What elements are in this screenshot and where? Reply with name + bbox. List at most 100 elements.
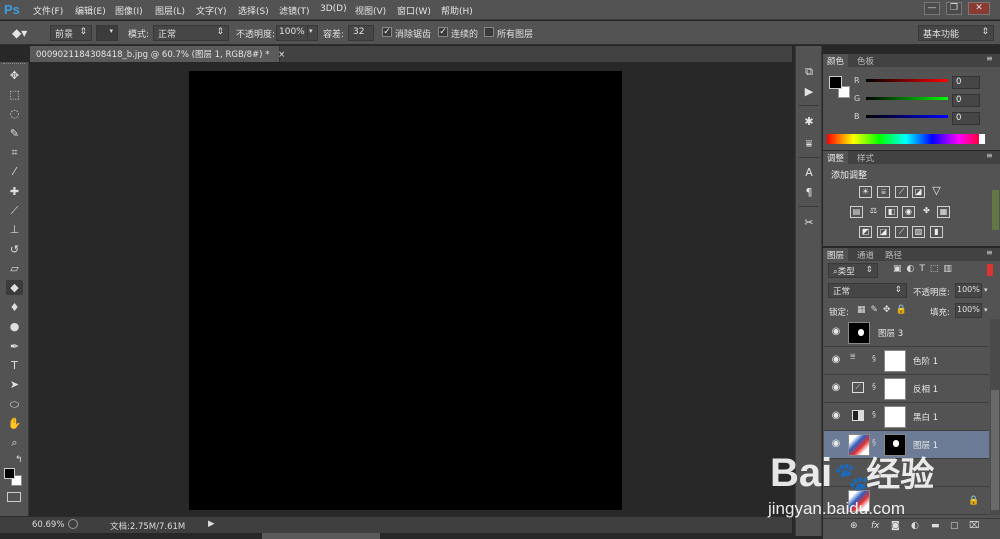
tool-presets-icon[interactable]: ✂ (801, 215, 817, 230)
minimize-button[interactable]: — (924, 2, 940, 15)
layer-row[interactable] (824, 403, 989, 431)
menu-layer[interactable]: 图层(L) (155, 4, 185, 17)
clone-stamp-tool-icon[interactable]: ⊥ (6, 222, 23, 237)
pattern-picker[interactable]: ▾ (96, 25, 118, 41)
channel-r-slider[interactable] (866, 79, 948, 82)
filter-toggle-icon[interactable] (987, 264, 993, 276)
tab-swatches[interactable]: 色板 (853, 54, 878, 67)
channel-b-slider[interactable] (866, 115, 948, 118)
opacity-dropdown-icon[interactable]: ▾ (307, 25, 318, 41)
quick-select-tool-icon[interactable]: ✎ (6, 126, 23, 141)
dodge-tool-icon[interactable]: ● (6, 319, 23, 334)
curves-adjust-icon[interactable]: ⟋ (895, 186, 908, 198)
eraser-tool-icon[interactable]: ▱ (6, 261, 23, 276)
color-fg-swatch[interactable] (829, 76, 842, 89)
foreground-color-swatch-top[interactable] (4, 468, 15, 479)
channel-g-slider[interactable] (866, 97, 948, 100)
pen-tool-icon[interactable]: ✒ (6, 339, 23, 354)
color-spectrum-bar[interactable] (827, 134, 985, 144)
layer-opacity-input[interactable]: 100% (955, 283, 982, 298)
tab-close-icon[interactable]: × (278, 50, 285, 60)
levels-adjust-icon[interactable]: ⩸ (877, 186, 890, 198)
channel-mixer-adjust-icon[interactable]: ✤ (920, 206, 933, 218)
menu-help[interactable]: 帮助(H) (441, 4, 473, 17)
status-icon[interactable] (68, 519, 78, 529)
paint-bucket-preset-icon[interactable]: ◆▾ (12, 25, 42, 41)
tab-color[interactable]: 颜色 (823, 54, 849, 67)
eye-icon[interactable]: ◉ (830, 354, 842, 366)
tolerance-input[interactable]: 32 (348, 25, 374, 41)
status-menu-arrow-icon[interactable]: ▶ (208, 519, 215, 529)
fill-input[interactable]: 100% (955, 303, 982, 318)
zoom-level[interactable]: 60.69% (32, 520, 64, 530)
paragraph-panel-icon[interactable]: ¶ (801, 185, 817, 200)
eyedropper-tool-icon[interactable]: ⁄ (6, 164, 23, 179)
layers-panel-menu-icon[interactable]: ≡ (986, 248, 993, 257)
layer-name[interactable]: 图层 3 (878, 327, 903, 339)
menu-edit[interactable]: 编辑(E) (75, 4, 106, 17)
hand-tool-icon[interactable]: ✋ (6, 416, 23, 431)
channel-g-input[interactable]: 0 (952, 94, 980, 107)
mode-select[interactable]: 正常 ⇕ (153, 25, 229, 41)
exposure-adjust-icon[interactable]: ◪ (912, 186, 925, 198)
layer-name[interactable]: 黑白 1 (913, 411, 938, 423)
layer-name[interactable]: 色阶 1 (913, 355, 938, 367)
color-lookup-adjust-icon[interactable]: ▦ (937, 206, 950, 218)
blur-tool-icon[interactable]: ♦ (6, 300, 23, 315)
brush-settings-icon[interactable]: ✱ (801, 114, 817, 129)
menu-view[interactable]: 视图(V) (355, 4, 386, 17)
menu-file[interactable]: 文件(F) (33, 4, 63, 17)
tab-paths[interactable]: 路径 (881, 248, 906, 261)
eye-icon[interactable]: ◉ (830, 382, 842, 394)
tab-channels[interactable]: 通道 (853, 248, 878, 261)
invert-adjust-icon[interactable]: ◩ (859, 226, 872, 238)
menu-select[interactable]: 选择(S) (238, 4, 269, 17)
document-canvas[interactable] (189, 71, 622, 510)
restore-button[interactable]: ❐ (946, 2, 962, 15)
layer-row[interactable] (824, 375, 989, 403)
panel-side-scroll[interactable] (992, 190, 999, 230)
swap-colors-icon[interactable]: ↰ (15, 455, 23, 465)
color-balance-adjust-icon[interactable]: ⚖ (867, 206, 880, 218)
document-tab[interactable]: 0009021184308418_b.jpg @ 60.7% (图层 1, RG… (30, 46, 285, 62)
chain-link-icon[interactable]: § (872, 354, 876, 363)
horizontal-scrollbar[interactable] (262, 533, 380, 539)
menu-window[interactable]: 窗口(W) (397, 4, 431, 17)
zoom-tool-icon[interactable]: ⌕ (6, 435, 23, 450)
opacity-input[interactable]: 100% (276, 25, 308, 41)
marquee-tool-icon[interactable]: ⬚ (6, 87, 23, 102)
posterize-adjust-icon[interactable]: ◪ (877, 226, 890, 238)
layer-filter-select[interactable]: ⌕类型 ⇕ (828, 263, 878, 278)
healing-brush-tool-icon[interactable]: ✚ (6, 184, 23, 199)
blend-mode-select[interactable]: 正常 ⇕ (828, 283, 907, 298)
tab-layers[interactable]: 图层 (823, 248, 849, 261)
tab-styles[interactable]: 样式 (853, 151, 878, 164)
adjust-panel-menu-icon[interactable]: ≡ (986, 151, 993, 160)
workspace-select[interactable]: 基本功能 ⇕ (918, 25, 994, 41)
toolbar-grip[interactable] (3, 63, 25, 66)
eye-icon[interactable]: ◉ (830, 410, 842, 422)
spectrum-white-chip[interactable] (979, 134, 985, 144)
brush-presets-icon[interactable]: ⩸ (801, 136, 817, 151)
lasso-tool-icon[interactable]: ◌ (6, 106, 23, 121)
menu-filter[interactable]: 滤镜(T) (279, 4, 310, 17)
history-brush-tool-icon[interactable]: ↺ (6, 242, 23, 257)
history-panel-icon[interactable]: ⧉ (801, 64, 817, 79)
close-button[interactable]: ✕ (968, 2, 990, 15)
panel-menu-icon[interactable]: ≡ (986, 54, 993, 63)
tab-adjustments[interactable]: 调整 (823, 151, 849, 164)
actions-panel-icon[interactable]: ▶ (801, 84, 817, 99)
hue-sat-adjust-icon[interactable]: ▤ (850, 206, 863, 218)
path-select-tool-icon[interactable]: ➤ (6, 377, 23, 392)
menu-image[interactable]: 图像(I) (115, 4, 143, 17)
character-panel-icon[interactable]: A (801, 165, 817, 180)
eye-icon[interactable]: ◉ (830, 326, 842, 338)
channel-b-input[interactable]: 0 (952, 112, 980, 125)
quick-mask-icon[interactable] (7, 492, 21, 502)
layer-name[interactable]: 反相 1 (913, 383, 938, 395)
chain-link-icon[interactable]: § (872, 438, 876, 447)
bw-adjust-icon[interactable]: ◧ (885, 206, 898, 218)
threshold-adjust-icon[interactable]: ⟋ (895, 226, 908, 238)
brightness-adjust-icon[interactable]: ☀ (859, 186, 872, 198)
contiguous-checkbox[interactable]: ✓ (438, 27, 448, 37)
